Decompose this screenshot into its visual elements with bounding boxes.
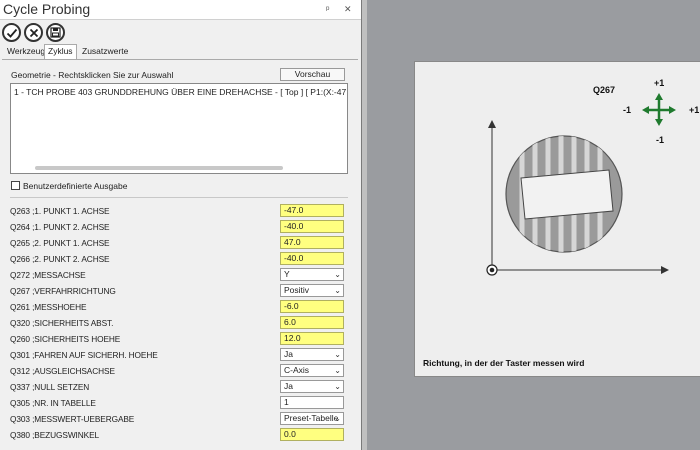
parameter-dropdown[interactable]: Ja ⌄ — [280, 380, 344, 393]
direction-arrows-icon — [642, 93, 676, 126]
parameter-input[interactable]: 47.0 — [280, 236, 344, 249]
minus-bottom-label: -1 — [656, 135, 664, 145]
parameter-label: Q337 ;NULL SETZEN — [10, 382, 90, 392]
parameter-row: Q305 ;NR. IN TABELLE 1 — [10, 396, 348, 410]
parameter-dropdown[interactable]: Y ⌄ — [280, 268, 344, 281]
parameter-label: Q261 ;MESSHOEHE — [10, 302, 87, 312]
cancel-button[interactable] — [24, 23, 43, 42]
parameter-label: Q305 ;NR. IN TABELLE — [10, 398, 96, 408]
cycle-probing-panel: Cycle Probing ᵖ ✕ Werkzeug Zyklus Zusatz… — [0, 0, 362, 450]
dropdown-value: C-Axis — [284, 365, 310, 375]
chevron-down-icon[interactable]: ⌄ — [334, 413, 341, 424]
parameter-label: Q312 ;AUSGLEICHSACHSE — [10, 366, 115, 376]
workpiece-drawing — [505, 135, 623, 253]
dropdown-value: Y — [284, 269, 290, 279]
parameter-label: Q272 ;MESSACHSE — [10, 270, 86, 280]
parameter-label: Q266 ;2. PUNKT 2. ACHSE — [10, 254, 110, 264]
geometry-label: Geometrie - Rechtsklicken Sie zur Auswah… — [11, 70, 174, 80]
panel-title: Cycle Probing — [3, 1, 91, 17]
parameter-dropdown[interactable]: C-Axis ⌄ — [280, 364, 344, 377]
close-icon[interactable]: ✕ — [344, 4, 352, 15]
custom-output-label: Benutzerdefinierte Ausgabe — [23, 181, 128, 191]
parameter-row: Q265 ;2. PUNKT 1. ACHSE 47.0 — [10, 236, 348, 250]
parameter-row: Q312 ;AUSGLEICHSACHSE C-Axis ⌄ — [10, 364, 348, 378]
parameter-dropdown[interactable]: Preset-Tabelle ⌄ — [280, 412, 344, 425]
parameter-label: Q380 ;BEZUGSWINKEL — [10, 430, 100, 440]
parameter-label: Q301 ;FAHREN AUF SICHERH. HOEHE — [10, 350, 158, 360]
tab-werkzeug[interactable]: Werkzeug — [4, 45, 48, 59]
parameter-label: Q267 — [593, 85, 615, 95]
preview-caption: Richtung, in der der Taster messen wird — [423, 358, 585, 368]
parameter-row: Q261 ;MESSHOEHE -6.0 — [10, 300, 348, 314]
parameter-label: Q264 ;1. PUNKT 2. ACHSE — [10, 222, 110, 232]
chevron-down-icon[interactable]: ⌄ — [334, 381, 341, 392]
x-icon — [29, 28, 38, 37]
minus-left-label: -1 — [623, 105, 631, 115]
plus-right-label: +1 — [689, 105, 699, 115]
chevron-down-icon[interactable]: ⌄ — [334, 349, 341, 360]
parameter-input[interactable]: 6.0 — [280, 316, 344, 329]
parameter-label: Q320 ;SICHERHEITS ABST. — [10, 318, 114, 328]
panel-scrollbar[interactable] — [362, 0, 367, 450]
parameter-input[interactable]: -6.0 — [280, 300, 344, 313]
parameter-label: Q263 ;1. PUNKT 1. ACHSE — [10, 206, 110, 216]
parameter-label: Q267 ;VERFAHRRICHTUNG — [10, 286, 116, 296]
dropdown-value: Ja — [284, 349, 293, 359]
dropdown-value: Positiv — [284, 285, 310, 295]
geometry-list[interactable]: 1 - TCH PROBE 403 GRUNDDREHUNG ÜBER EINE… — [10, 83, 348, 174]
preview-image-panel: Q267 +1 -1 +1 -1 Richtung, in der der Ta… — [414, 61, 700, 377]
probe-diagram: Q267 +1 -1 +1 -1 — [486, 78, 699, 276]
save-button[interactable] — [46, 23, 65, 42]
tab-zusatzwerte[interactable]: Zusatzwerte — [79, 45, 131, 59]
parameter-label: Q260 ;SICHERHEITS HOEHE — [10, 334, 121, 344]
parameter-row: Q266 ;2. PUNKT 2. ACHSE -40.0 — [10, 252, 348, 266]
parameter-label: Q265 ;2. PUNKT 1. ACHSE — [10, 238, 110, 248]
parameter-input[interactable]: 1 — [280, 396, 344, 409]
panel-titlebar: Cycle Probing ᵖ ✕ — [0, 0, 361, 20]
parameter-row: Q380 ;BEZUGSWINKEL 0.0 — [10, 428, 348, 442]
parameter-row: Q272 ;MESSACHSE Y ⌄ — [10, 268, 348, 282]
toolbar — [0, 21, 361, 45]
chevron-down-icon[interactable]: ⌄ — [334, 285, 341, 296]
parameter-row: Q337 ;NULL SETZEN Ja ⌄ — [10, 380, 348, 394]
pin-icon[interactable]: ᵖ — [326, 4, 329, 14]
parameter-input[interactable]: 0.0 — [280, 428, 344, 441]
parameter-input[interactable]: -40.0 — [280, 220, 344, 233]
geometry-list-item[interactable]: 1 - TCH PROBE 403 GRUNDDREHUNG ÜBER EINE… — [14, 87, 346, 97]
dropdown-value: Ja — [284, 381, 293, 391]
horizontal-scrollbar[interactable] — [35, 166, 283, 170]
parameter-row: Q260 ;SICHERHEITS HOEHE 12.0 — [10, 332, 348, 346]
parameter-dropdown[interactable]: Positiv ⌄ — [280, 284, 344, 297]
origin-symbol — [486, 264, 498, 276]
parameter-input[interactable]: 12.0 — [280, 332, 344, 345]
zyklus-tab-content: Geometrie - Rechtsklicken Sie zur Auswah… — [2, 59, 358, 448]
dropdown-value: Preset-Tabelle — [284, 413, 339, 423]
check-icon — [6, 28, 17, 38]
chevron-down-icon[interactable]: ⌄ — [334, 269, 341, 280]
chevron-down-icon[interactable]: ⌄ — [334, 365, 341, 376]
parameter-dropdown[interactable]: Ja ⌄ — [280, 348, 344, 361]
parameter-row: Q264 ;1. PUNKT 2. ACHSE -40.0 — [10, 220, 348, 234]
parameter-input[interactable]: -40.0 — [280, 252, 344, 265]
parameter-row: Q320 ;SICHERHEITS ABST. 6.0 — [10, 316, 348, 330]
parameter-input[interactable]: -47.0 — [280, 204, 344, 217]
parameter-row: Q301 ;FAHREN AUF SICHERH. HOEHE Ja ⌄ — [10, 348, 348, 362]
tab-zyklus[interactable]: Zyklus — [44, 44, 77, 59]
plus-top-label: +1 — [654, 78, 664, 88]
divider — [10, 197, 348, 198]
preview-button[interactable]: Vorschau — [280, 68, 345, 81]
parameter-label: Q303 ;MESSWERT-UEBERGABE — [10, 414, 135, 424]
ok-button[interactable] — [2, 23, 21, 42]
parameter-row: Q267 ;VERFAHRRICHTUNG Positiv ⌄ — [10, 284, 348, 298]
parameter-row: Q303 ;MESSWERT-UEBERGABE Preset-Tabelle ⌄ — [10, 412, 348, 426]
custom-output-checkbox[interactable] — [11, 181, 20, 190]
floppy-icon — [50, 27, 61, 38]
parameter-row: Q263 ;1. PUNKT 1. ACHSE -47.0 — [10, 204, 348, 218]
